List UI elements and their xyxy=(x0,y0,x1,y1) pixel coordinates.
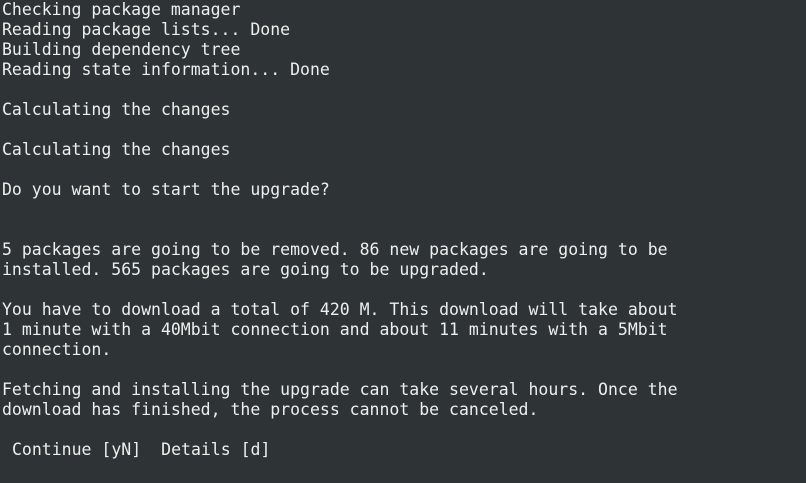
warning-line: download has finished, the process canno… xyxy=(2,400,539,419)
terminal-line: Checking package manager xyxy=(2,0,241,19)
package-summary-line: installed. 565 packages are going to be … xyxy=(2,260,489,279)
upgrade-question: Do you want to start the upgrade? xyxy=(2,180,330,199)
download-info-line: You have to download a total of 420 M. T… xyxy=(2,300,678,319)
download-info-line: 1 minute with a 40Mbit connection and ab… xyxy=(2,320,668,339)
warning-line: Fetching and installing the upgrade can … xyxy=(2,380,678,399)
upgrade-prompt: Continue [yN] Details [d] xyxy=(0,440,806,460)
terminal-line: Building dependency tree xyxy=(2,40,241,59)
terminal-window[interactable]: Checking package manager Reading package… xyxy=(0,0,806,483)
package-summary-line: 5 packages are going to be removed. 86 n… xyxy=(2,240,668,259)
terminal-line: Calculating the changes xyxy=(2,140,231,159)
terminal-line: Reading package lists... Done xyxy=(2,20,291,39)
terminal-line: Calculating the changes xyxy=(2,100,231,119)
details-option[interactable]: Details [d] xyxy=(151,440,280,460)
download-info-line: connection. xyxy=(2,340,112,359)
terminal-line: Reading state information... Done xyxy=(2,60,330,79)
continue-option[interactable]: Continue [yN] xyxy=(2,440,151,460)
